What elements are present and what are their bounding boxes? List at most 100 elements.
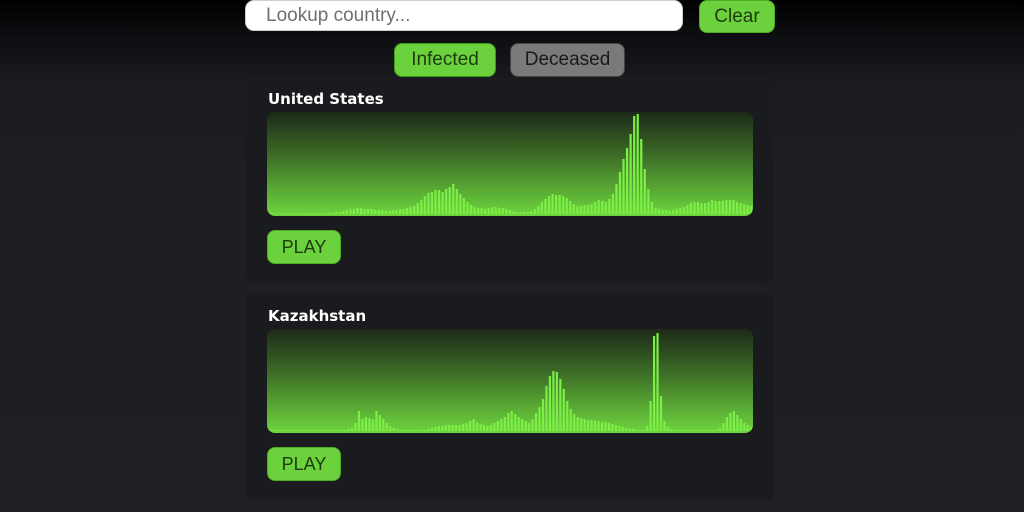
chart-bar — [371, 419, 374, 431]
chart-bar — [646, 426, 649, 431]
chart-bar — [271, 430, 274, 431]
chart-bar — [622, 159, 625, 214]
chart-bar — [374, 210, 377, 214]
chart-bar — [288, 430, 291, 431]
chart-bar — [395, 210, 398, 214]
chart-bar — [271, 213, 274, 214]
chart-bar — [484, 209, 487, 214]
chart-bar — [406, 208, 409, 214]
chart-bar — [618, 172, 622, 214]
chart-bar — [590, 420, 593, 431]
chart-bar — [552, 371, 555, 431]
chart-bar — [579, 206, 583, 214]
chart-bar — [517, 417, 520, 431]
chart-bar — [434, 190, 437, 214]
chart-bar — [519, 212, 522, 214]
chart-bar — [420, 200, 423, 214]
chart-bar — [701, 430, 704, 431]
chart-bar — [476, 208, 480, 214]
chart-bar — [285, 213, 288, 214]
chart-bar — [607, 423, 611, 431]
chart-bar — [625, 428, 628, 431]
chart-bar — [614, 425, 617, 431]
chart-bar — [580, 418, 583, 431]
chart-bar — [370, 209, 373, 214]
country-name: United States — [268, 90, 384, 108]
chart-bar — [682, 207, 685, 214]
chart-bar — [679, 208, 682, 214]
chart-bar — [673, 430, 676, 431]
chart-bar — [540, 202, 544, 214]
chart-bar — [482, 425, 486, 431]
chart-bar — [437, 190, 441, 214]
chart-bar — [285, 430, 288, 431]
chart-bar — [347, 429, 350, 431]
tab-infected[interactable]: Infected — [394, 43, 496, 77]
chart-bar — [714, 201, 717, 214]
chart-bar — [569, 201, 572, 214]
chart-bar — [367, 209, 370, 214]
chart-bar — [331, 213, 334, 214]
chart-bar — [267, 213, 270, 214]
chart-bar — [352, 209, 356, 214]
search-input[interactable] — [245, 0, 683, 31]
chart-bar — [565, 198, 568, 214]
play-button[interactable]: PLAY — [267, 447, 341, 481]
chart-bar — [649, 401, 652, 431]
chart-bar — [544, 199, 547, 214]
chart-bar — [398, 209, 402, 214]
country-card-kazakhstan: Kazakhstan PLAY — [246, 294, 774, 500]
chart-bar — [359, 208, 363, 214]
chart-bar — [526, 212, 529, 214]
chart-bar — [715, 430, 718, 431]
chart-bar — [423, 196, 426, 214]
chart-bar — [342, 211, 345, 214]
chart-bar — [330, 430, 333, 431]
chart-bar — [694, 430, 697, 431]
chart-bar — [686, 205, 689, 214]
chart-bar — [493, 423, 496, 431]
chart-bar — [413, 430, 416, 431]
chart-bar — [555, 195, 558, 214]
chart-bar — [652, 336, 656, 431]
chart-bar — [340, 430, 343, 431]
chart-bar — [625, 148, 629, 214]
chart-bar — [416, 203, 419, 214]
chart-bar — [466, 202, 469, 214]
chart-bar — [615, 184, 618, 214]
chart-bar — [385, 423, 388, 431]
chart-bar — [345, 210, 348, 214]
chart-bar — [306, 213, 309, 214]
chart-bar — [356, 208, 359, 214]
chart-bar — [420, 430, 423, 431]
chart-bar — [739, 419, 742, 431]
chart-bar — [357, 411, 361, 431]
chart-bar — [491, 207, 494, 214]
chart-bar — [628, 429, 631, 431]
chart-bar — [406, 430, 409, 431]
play-button[interactable]: PLAY — [267, 230, 341, 264]
chart-bar — [569, 409, 572, 431]
chart-bar — [693, 202, 696, 214]
chart-bar — [514, 414, 517, 431]
tab-deceased[interactable]: Deceased — [510, 43, 625, 77]
chart-bar — [375, 411, 378, 431]
chart-bar — [305, 430, 308, 431]
chart-bar — [368, 418, 371, 431]
bar-chart-svg — [267, 333, 753, 431]
chart-bar — [335, 212, 338, 214]
chart-bar — [597, 421, 600, 431]
chart-bar — [698, 430, 701, 431]
chart-bar — [364, 417, 368, 431]
country-card-united-states: United States PLAY — [246, 77, 774, 283]
chart-bar — [657, 209, 661, 214]
chart-bar — [444, 425, 447, 431]
chart-bar — [445, 189, 448, 214]
chart-bar — [732, 411, 735, 431]
chart-bar — [704, 203, 707, 214]
chart-bar — [403, 430, 406, 431]
chart-bar — [705, 430, 708, 431]
chart-bar — [572, 204, 575, 214]
chart-bar — [721, 201, 724, 214]
clear-button[interactable]: Clear — [699, 0, 775, 33]
